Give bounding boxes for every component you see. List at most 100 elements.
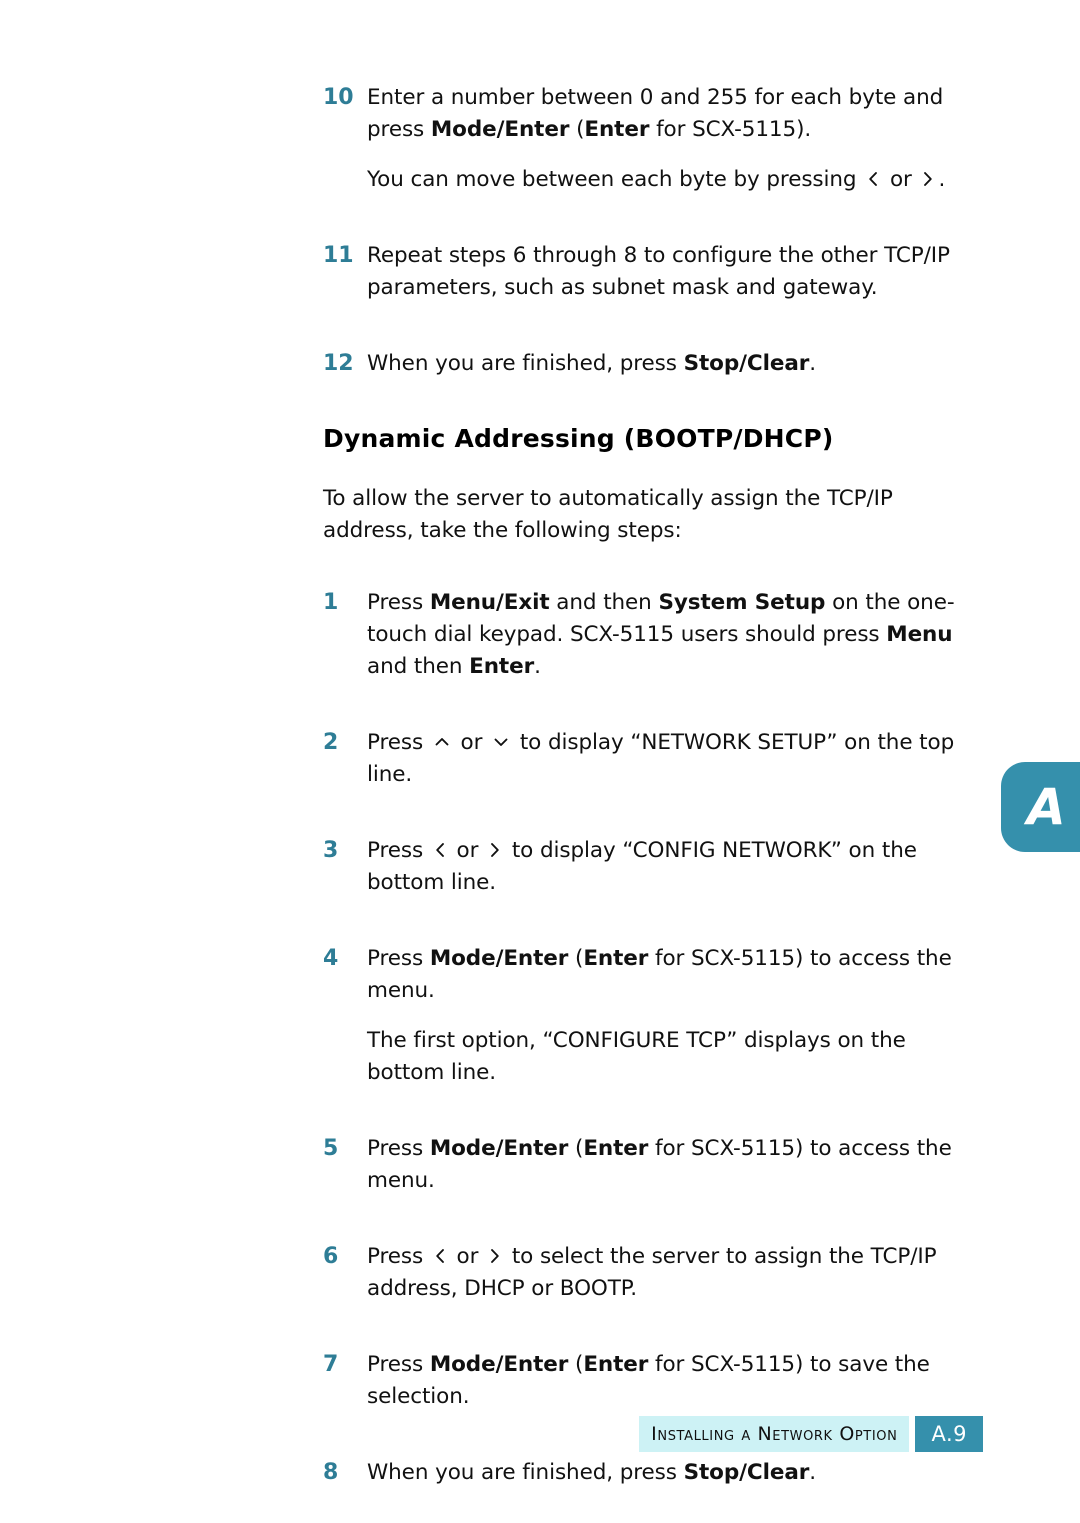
- step-number: 1: [323, 590, 339, 615]
- step-text: When you are finished, press Stop/Clear.: [367, 1457, 983, 1489]
- step-text-bold: Enter: [584, 117, 650, 142]
- chevron-left-icon: [430, 840, 450, 860]
- step-text-bold: Enter: [469, 654, 535, 679]
- step-text-part: for SCX-5115).: [649, 117, 812, 142]
- step-text-part: or: [453, 730, 490, 755]
- step-text-part: When you are finished, press: [367, 1460, 684, 1485]
- step-text: Repeat steps 6 through 8 to configure th…: [367, 243, 950, 300]
- section-intro: To allow the server to automatically ass…: [323, 486, 893, 543]
- page-content: 10 Enter a number between 0 and 255 for …: [323, 82, 983, 1507]
- step-item: 2 Press or to display “NETWORK SETUP” on…: [323, 727, 983, 791]
- step-number: 4: [323, 946, 339, 971]
- chevron-right-icon: [485, 840, 505, 860]
- step-text-bold: Enter: [583, 1136, 649, 1161]
- step-text-bold: Stop/Clear: [683, 1460, 810, 1485]
- step-text-part: (: [568, 946, 584, 971]
- step-text-bold: Enter: [583, 1352, 649, 1377]
- chevron-up-icon: [430, 732, 454, 752]
- section-heading: Dynamic Addressing (BOOTP/DHCP): [323, 424, 834, 453]
- step-text-part: .: [809, 351, 816, 376]
- chevron-left-icon: [430, 1246, 450, 1266]
- step-text: Enter a number between 0 and 255 for eac…: [367, 82, 983, 146]
- step-item: 8 When you are finished, press Stop/Clea…: [323, 1457, 983, 1489]
- step-note: The first option, “CONFIGURE TCP” displa…: [323, 1025, 983, 1089]
- step-text-part: or: [449, 838, 486, 863]
- step-item: 6 Press or to select the server to assig…: [323, 1241, 983, 1305]
- step-note-text: You can move between each byte by pressi…: [367, 164, 983, 196]
- step-item: 12 When you are finished, press Stop/Cle…: [323, 348, 983, 380]
- step-text: Press Menu/Exit and then System Setup on…: [367, 587, 983, 683]
- indent-spacer: [323, 1025, 367, 1089]
- step-note-text: The first option, “CONFIGURE TCP” displa…: [367, 1028, 906, 1085]
- step-note: You can move between each byte by pressi…: [323, 164, 983, 196]
- step-number: 3: [323, 838, 339, 863]
- step-text-part: When you are finished, press: [367, 351, 684, 376]
- step-text-part: Press: [367, 730, 430, 755]
- footer-page-number: A.9: [915, 1416, 983, 1452]
- step-text-part: and then: [549, 590, 659, 615]
- appendix-tab-letter: A: [1027, 778, 1066, 836]
- step-text-bold: Mode/Enter: [429, 1352, 569, 1377]
- step-text-part: Press: [367, 946, 430, 971]
- step-text: Press Mode/Enter (Enter for SCX-5115) to…: [367, 1133, 983, 1197]
- step-number: 2: [323, 730, 339, 755]
- step-text: Press Mode/Enter (Enter for SCX-5115) to…: [367, 943, 983, 1007]
- step-text-bold: Stop/Clear: [683, 351, 810, 376]
- step-number: 6: [323, 1244, 339, 1269]
- chevron-left-icon: [863, 169, 883, 189]
- step-text: Press or to display “CONFIG NETWORK” on …: [367, 835, 983, 899]
- note-text-part: .: [938, 167, 946, 192]
- step-text-bold: Enter: [583, 946, 649, 971]
- step-number: 10: [323, 85, 354, 110]
- step-text-part: Press: [367, 1244, 430, 1269]
- step-item: 1 Press Menu/Exit and then System Setup …: [323, 587, 983, 683]
- step-item: 10 Enter a number between 0 and 255 for …: [323, 82, 983, 146]
- step-text-part: (: [569, 117, 585, 142]
- step-text-part: Press: [367, 838, 430, 863]
- step-text: Press or to select the server to assign …: [367, 1241, 983, 1305]
- step-text-bold: Mode/Enter: [429, 1136, 569, 1161]
- step-number: 11: [323, 243, 354, 268]
- step-text-bold: Mode/Enter: [430, 117, 570, 142]
- step-number: 7: [323, 1352, 339, 1377]
- chevron-right-icon: [918, 169, 938, 189]
- step-text-bold: Mode/Enter: [429, 946, 569, 971]
- step-text: Press or to display “NETWORK SETUP” on t…: [367, 727, 983, 791]
- page-footer: Installing a Network Option A.9: [323, 1416, 983, 1452]
- step-text-part: .: [534, 654, 541, 679]
- step-number: 12: [323, 351, 354, 376]
- step-number: 5: [323, 1136, 339, 1161]
- step-item: 5 Press Mode/Enter (Enter for SCX-5115) …: [323, 1133, 983, 1197]
- step-text-part: Press: [367, 1136, 430, 1161]
- step-text-part: Press: [367, 1352, 430, 1377]
- step-text: Press Mode/Enter (Enter for SCX-5115) to…: [367, 1349, 983, 1413]
- chevron-right-icon: [485, 1246, 505, 1266]
- step-text-part: or: [449, 1244, 486, 1269]
- step-text-part: (: [568, 1352, 584, 1377]
- step-text: When you are finished, press Stop/Clear.: [367, 348, 983, 380]
- step-text-bold: Menu: [886, 622, 953, 647]
- appendix-tab: A: [1001, 762, 1080, 852]
- step-text-bold: Menu/Exit: [429, 590, 550, 615]
- step-text-part: .: [809, 1460, 816, 1485]
- step-number: 8: [323, 1460, 339, 1485]
- step-text-bold: System Setup: [658, 590, 826, 615]
- step-item: 11 Repeat steps 6 through 8 to configure…: [323, 240, 983, 304]
- note-text-part: or: [883, 167, 919, 192]
- indent-spacer: [323, 164, 367, 196]
- chevron-down-icon: [489, 732, 513, 752]
- step-item: 7 Press Mode/Enter (Enter for SCX-5115) …: [323, 1349, 983, 1413]
- note-text-part: You can move between each byte by pressi…: [367, 167, 864, 192]
- document-page: 10 Enter a number between 0 and 255 for …: [0, 0, 1080, 1523]
- footer-title: Installing a Network Option: [639, 1416, 910, 1452]
